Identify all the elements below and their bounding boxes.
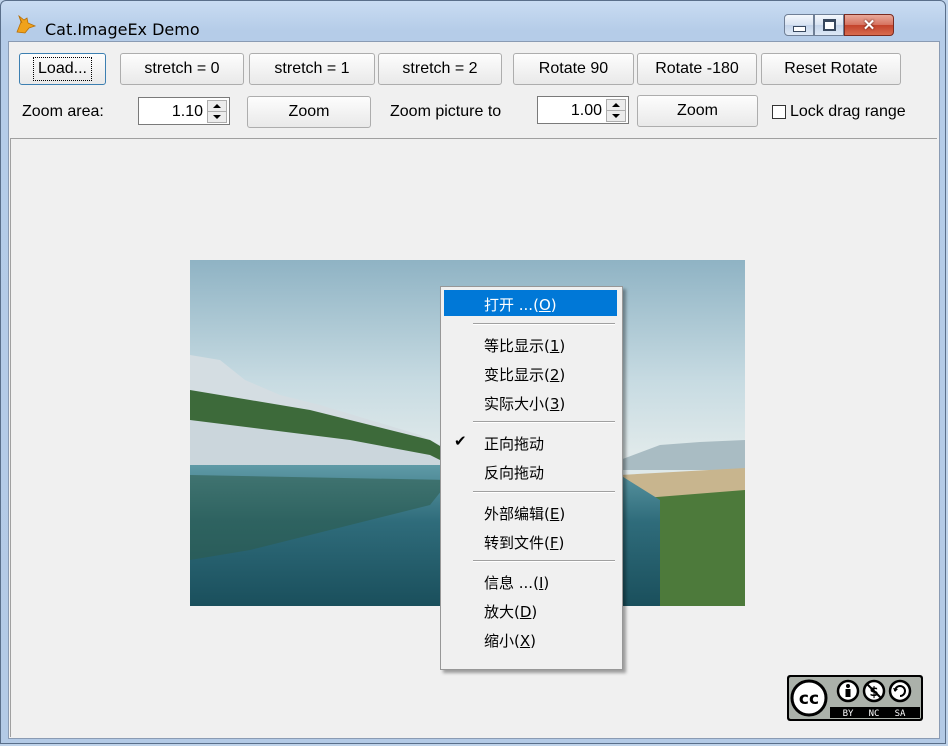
menu-item-forward-drag[interactable]: ✔ 正向拖动 [444,429,617,455]
stretch-2-button[interactable]: stretch = 2 [378,53,502,85]
stretch-1-label: stretch = 1 [274,60,350,77]
cc-text: cc [799,689,819,709]
menu-item-external-edit[interactable]: 外部编辑(E) [444,499,617,525]
menu-item-suffix: ) [530,632,536,650]
zoom-picture-spinner[interactable]: 1.00 [537,96,629,124]
zoom-picture-value: 1.00 [570,102,602,119]
menu-separator [473,560,615,562]
zoom-area-button[interactable]: Zoom [247,96,371,128]
nc-text: NC [869,709,880,719]
rotate-neg-180-label: Rotate -180 [655,60,739,77]
menu-item-suffix: ) [559,505,566,523]
maximize-button[interactable] [814,14,844,36]
zoom-area-value: 1.10 [171,103,203,120]
load-button[interactable]: Load... [19,53,106,85]
maximize-icon [822,19,836,31]
menu-item-suffix: ) [559,337,566,355]
stretch-2-label: stretch = 2 [402,60,478,77]
menu-item-zoom-in[interactable]: 放大(D) [444,597,617,623]
menu-item-suffix: ) [531,603,538,621]
rotate-90-label: Rotate 90 [538,60,609,77]
close-icon: ✕ [862,16,876,34]
menu-item-accelerator: 1 [549,337,560,355]
menu-item-suffix: ) [543,574,550,592]
window-title: Cat.ImageEx Demo [45,20,200,39]
checkmark-icon: ✔ [454,432,467,450]
menu-item-accelerator: 3 [549,395,560,413]
menu-item-zoom-out[interactable]: 缩小(X) [444,626,617,652]
arrow-down-icon [612,114,620,118]
stretch-0-button[interactable]: stretch = 0 [120,53,244,85]
close-button[interactable]: ✕ [844,14,894,36]
reset-rotate-label: Reset Rotate [784,60,878,77]
menu-item-label: 等比显示( [484,337,550,355]
stretch-1-button[interactable]: stretch = 1 [249,53,375,85]
menu-item-reverse-drag[interactable]: 反向拖动 [444,458,617,484]
image-canvas[interactable]: 打开 ...(O) 等比显示(1) 变比显示(2) 实际大小(3) ✔ 正向拖动 [10,138,937,737]
zoom-picture-button-label: Zoom [677,102,718,119]
lock-drag-range-checkbox[interactable]: Lock drag range [772,102,906,122]
menu-item-suffix: ) [550,296,557,314]
rotate-neg-180-button[interactable]: Rotate -180 [637,53,757,85]
menu-item-fit-stretch[interactable]: 变比显示(2) [444,360,617,386]
menu-item-suffix: ) [559,395,566,413]
title-bar[interactable]: Cat.ImageEx Demo ✕ [1,1,945,39]
arrow-down-icon [213,115,221,119]
menu-item-accelerator: F [549,534,559,552]
zoom-picture-button[interactable]: Zoom [637,95,758,127]
menu-item-accelerator: 2 [549,366,560,384]
rotate-90-button[interactable]: Rotate 90 [513,53,634,85]
menu-item-accelerator: X [519,632,531,650]
menu-item-label: 转到文件( [484,534,550,552]
lock-drag-checkbox-box[interactable] [772,105,786,119]
zoom-picture-label: Zoom picture to [390,103,502,120]
menu-item-accelerator: D [519,603,532,621]
app-window: Cat.ImageEx Demo ✕ Load... stretch = 0 s… [0,0,946,744]
creative-commons-badge: cc $ BY NC SA [787,675,923,721]
menu-separator [473,421,615,423]
reset-rotate-button[interactable]: Reset Rotate [761,53,901,85]
menu-item-suffix: ) [559,366,566,384]
menu-separator [473,491,615,493]
client-area: Load... stretch = 0 stretch = 1 stretch … [8,41,940,739]
sa-text: SA [895,709,906,719]
menu-separator [473,323,615,325]
minimize-icon [792,26,806,32]
lock-drag-range-label: Lock drag range [790,103,906,120]
menu-item-label: 外部编辑( [484,505,550,523]
minimize-button[interactable] [784,14,814,36]
menu-item-label: 实际大小( [484,395,550,413]
zoom-area-down-button[interactable] [207,111,227,123]
zoom-area-spinner[interactable]: 1.10 [138,97,230,125]
menu-item-actual-size[interactable]: 实际大小(3) [444,389,617,415]
menu-item-label: 放大( [484,603,520,621]
menu-item-accelerator: E [549,505,560,523]
menu-item-go-to-file[interactable]: 转到文件(F) [444,528,617,554]
menu-item-open[interactable]: 打开 ...(O) [444,290,617,316]
menu-item-label: 打开 ...( [484,296,539,314]
by-text: BY [843,709,854,719]
menu-item-label: 正向拖动 [484,435,545,453]
zoom-area-button-label: Zoom [288,103,330,120]
zoom-area-label: Zoom area: [22,103,104,120]
menu-item-fit-proportional[interactable]: 等比显示(1) [444,331,617,357]
menu-item-label: 反向拖动 [484,464,545,482]
cat-app-icon [16,14,37,34]
menu-item-label: 变比显示( [484,366,550,384]
load-button-label: Load... [33,57,92,81]
menu-item-suffix: ) [558,534,565,552]
menu-item-label: 信息 ...( [484,574,539,592]
context-menu: 打开 ...(O) 等比显示(1) 变比显示(2) 实际大小(3) ✔ 正向拖动 [440,286,623,670]
zoom-picture-down-button[interactable] [606,110,626,122]
menu-item-accelerator: O [538,296,551,314]
arrow-up-icon [213,104,221,108]
arrow-up-icon [612,103,620,107]
stretch-0-label: stretch = 0 [144,60,220,77]
menu-item-label: 缩小( [484,632,520,650]
menu-item-info[interactable]: 信息 ...(I) [444,568,617,594]
